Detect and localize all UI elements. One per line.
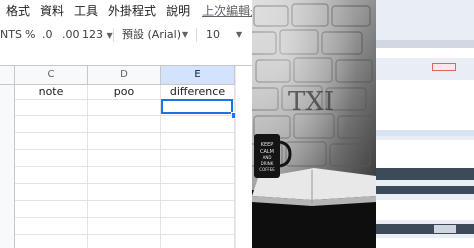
toolbar: NTS % .0 .00 123 ▼ 預設 (Arial) ▼ 10 ▼ — [0, 24, 252, 46]
select-all-corner[interactable] — [0, 66, 15, 84]
wall-text: TXI — [288, 87, 334, 117]
background-app-window — [376, 0, 474, 248]
column-header-c[interactable]: C — [15, 66, 88, 84]
column-header-row: C D E — [0, 66, 252, 85]
window-header — [376, 48, 474, 58]
more-formats-button[interactable]: 123 ▼ — [82, 24, 113, 46]
window-button[interactable] — [432, 63, 456, 71]
toolbar-divider — [113, 28, 114, 42]
grid-line — [15, 217, 252, 218]
mug-text: DRINK — [261, 161, 274, 166]
cell-e1[interactable]: difference — [161, 85, 234, 99]
chevron-down-icon[interactable]: ▼ — [236, 24, 242, 46]
window-dark-bar — [376, 168, 474, 180]
window-field — [376, 130, 474, 136]
window-button[interactable] — [434, 225, 456, 233]
brick-wall-coffee-photo: TXI KEEP CALM AND DRINK COFFEE — [252, 0, 376, 248]
cell-c1[interactable]: note — [15, 85, 87, 99]
increase-decimal-button[interactable]: .00 — [62, 24, 80, 46]
grid-line — [15, 183, 252, 184]
window-dark-bar — [376, 224, 474, 234]
menu-format[interactable]: 格式 — [6, 2, 30, 19]
menu-bar: 格式 資料 工具 外掛程式 說明 上次編輯是在 — [0, 0, 252, 20]
font-family-value: 預設 (Arial) — [122, 28, 181, 41]
decrease-decimal-button[interactable]: .0 — [42, 24, 53, 46]
active-cell-selection[interactable] — [161, 99, 233, 114]
mug-text: AND — [263, 155, 272, 160]
window-body — [376, 238, 474, 248]
grid-line — [15, 234, 252, 235]
format-as-percent-button[interactable]: % — [25, 24, 35, 46]
grid-line — [15, 166, 252, 167]
window-body — [376, 80, 474, 130]
column-header-d[interactable]: D — [88, 66, 161, 84]
format-as-currency-button[interactable]: NTS — [0, 24, 22, 46]
font-size-select[interactable]: 10 — [206, 24, 220, 46]
grid-line — [15, 200, 252, 201]
grid-line — [15, 149, 252, 150]
window-tab-strip — [376, 40, 474, 48]
more-formats-label: 123 — [82, 28, 103, 41]
font-family-select[interactable]: 預設 (Arial) — [122, 24, 181, 46]
column-header-e[interactable]: E — [161, 66, 235, 84]
cell-d1[interactable]: poo — [88, 85, 160, 99]
menu-data[interactable]: 資料 — [40, 2, 64, 19]
chevron-down-icon[interactable]: ▼ — [182, 24, 188, 46]
mug-text: COFFEE — [259, 167, 275, 172]
grid-line — [15, 132, 252, 133]
window-dark-bar — [376, 186, 474, 194]
menu-addons[interactable]: 外掛程式 — [108, 2, 156, 19]
chevron-down-icon: ▼ — [106, 31, 113, 40]
row-header-column — [0, 85, 15, 248]
toolbar-divider — [196, 28, 197, 42]
spreadsheet-window: 格式 資料 工具 外掛程式 說明 上次編輯是在 NTS % .0 .00 123… — [0, 0, 252, 248]
mug-text: KEEP — [261, 142, 274, 148]
menu-tools[interactable]: 工具 — [74, 2, 98, 19]
window-body — [376, 140, 474, 168]
window-body — [376, 200, 474, 220]
grid-line — [15, 115, 252, 116]
wallpaper-photo: TXI KEEP CALM AND DRINK COFFEE — [252, 0, 376, 248]
menu-help[interactable]: 說明 — [166, 2, 190, 19]
font-size-value: 10 — [206, 28, 220, 41]
sheet-right-edge — [235, 66, 252, 248]
last-edit-link[interactable]: 上次編輯是在 — [202, 2, 252, 19]
